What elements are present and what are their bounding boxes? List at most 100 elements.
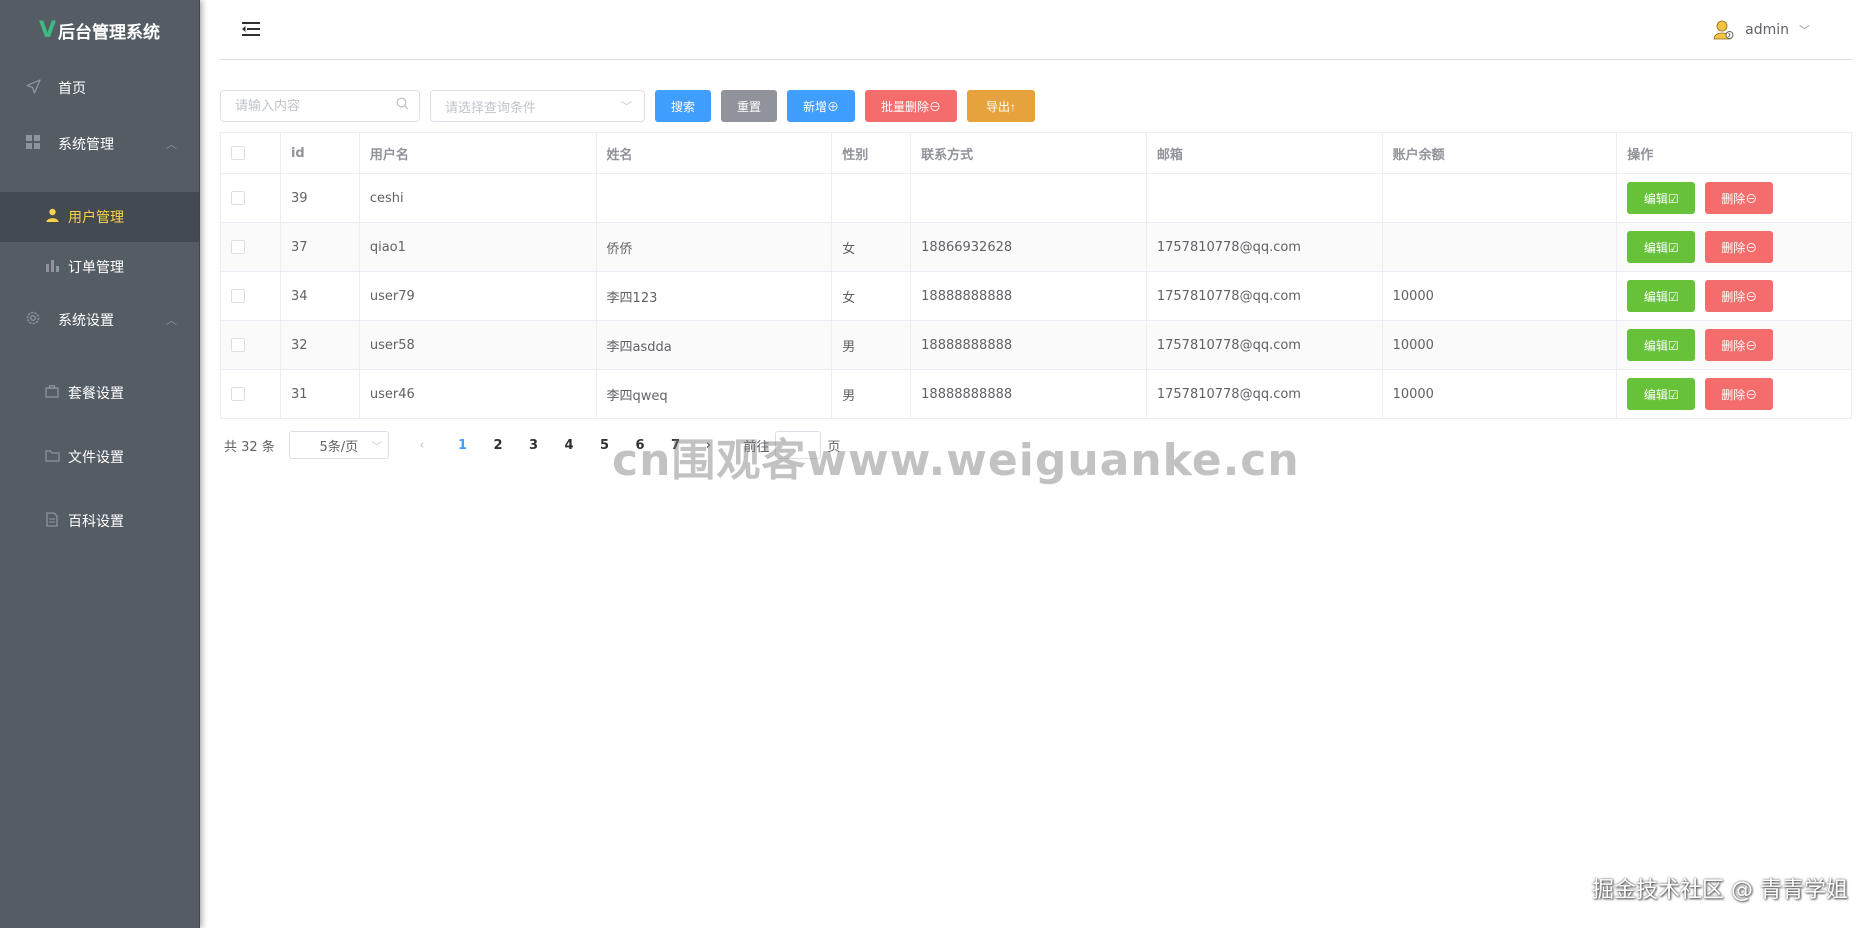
row-checkbox[interactable] [231,289,245,303]
header-username: 用户名 [360,133,597,173]
select-all-checkbox[interactable] [231,146,245,160]
row-checkbox[interactable] [231,387,245,401]
sidebar-item-order-manage[interactable]: 订单管理 [0,242,199,292]
cell-id: 34 [281,272,360,320]
cell-phone: 18888888888 [911,370,1147,418]
export-button[interactable]: 导出↑ [967,90,1035,122]
add-button[interactable]: 新增⊕ [787,90,855,122]
cell-id: 31 [281,370,360,418]
chevron-up-icon: ︿ [166,138,177,151]
cell-name [597,174,833,222]
pagination-total: 共 32 条 [224,439,275,455]
page-number-4[interactable]: 4 [551,438,587,453]
table-row: 39 ceshi 编辑☑ 删除⊖ [221,174,1851,223]
delete-button[interactable]: 删除⊖ [1705,329,1774,361]
delete-button[interactable]: 删除⊖ [1705,182,1774,214]
top-header: admin ﹀ [220,0,1852,60]
sidebar-item-label: 套餐设置 [68,386,124,402]
cell-gender [832,174,912,222]
cell-balance [1383,174,1618,222]
reset-button[interactable]: 重置 [721,90,777,122]
user-avatar-icon [1713,19,1735,41]
row-checkbox-cell [221,321,281,369]
sidebar-item-file-settings[interactable]: 文件设置 [0,424,199,490]
search-input[interactable] [221,91,419,121]
suitcase-icon [44,384,60,402]
cell-username: user58 [360,321,597,369]
page-number-3[interactable]: 3 [516,438,552,453]
cell-gender: 女 [832,223,912,271]
edit-button[interactable]: 编辑☑ [1627,329,1696,361]
batch-delete-button[interactable]: 批量删除⊖ [865,90,957,122]
page-number-2[interactable]: 2 [480,438,516,453]
delete-button[interactable]: 删除⊖ [1705,378,1774,410]
collapse-menu-icon[interactable] [242,20,260,40]
user-dropdown[interactable]: admin ﹀ [1713,19,1810,41]
bar-chart-icon [44,259,60,276]
chevron-down-icon: ﹀ [371,442,382,453]
edit-button[interactable]: 编辑☑ [1627,378,1696,410]
page-size-select[interactable]: 5条/页 ﹀ [288,431,389,459]
cell-balance: 10000 [1383,321,1618,369]
sidebar-item-user-manage[interactable]: 用户管理 [0,192,199,242]
cell-email: 1757810778@qq.com [1147,370,1383,418]
cell-name: 李四asdda [597,321,833,369]
sidebar-item-label: 系统管理 [58,137,114,153]
vue-logo-icon: V [38,17,57,43]
center-watermark: cn围观客www.weiguanke.cn [612,435,1300,486]
row-checkbox[interactable] [231,240,245,254]
page-number-1[interactable]: 1 [445,438,481,453]
prev-page-button[interactable]: ‹ [407,438,437,453]
grid-menu-icon [24,135,42,153]
row-checkbox-cell [221,272,281,320]
table-row: 37 qiao1 侨侨 女 18866932628 1757810778@qq.… [221,223,1851,272]
sidebar-item-label: 订单管理 [68,260,124,276]
search-icon[interactable] [396,97,409,114]
cell-email: 1757810778@qq.com [1147,321,1383,369]
search-button[interactable]: 搜索 [655,90,711,122]
edit-button[interactable]: 编辑☑ [1627,280,1696,312]
folder-icon [44,449,60,466]
header-balance: 账户余额 [1383,133,1618,173]
row-checkbox[interactable] [231,338,245,352]
table-row: 32 user58 李四asdda 男 18888888888 17578107… [221,321,1851,370]
delete-button[interactable]: 删除⊖ [1705,231,1774,263]
query-condition-select[interactable]: 请选择查询条件 ﹀ [430,90,645,122]
table-row: 31 user46 李四qweq 男 18888888888 175781077… [221,370,1851,419]
cell-id: 32 [281,321,360,369]
sidebar-item-package-settings[interactable]: 套餐设置 [0,362,199,424]
cell-phone: 18866932628 [911,223,1147,271]
cell-name: 侨侨 [597,223,833,271]
delete-button[interactable]: 删除⊖ [1705,280,1774,312]
cell-actions: 编辑☑ 删除⊖ [1617,370,1851,418]
sidebar-item-system-manage[interactable]: 系统管理 ︿ [0,116,199,172]
cell-email: 1757810778@qq.com [1147,272,1383,320]
row-checkbox[interactable] [231,191,245,205]
sidebar-item-system-settings[interactable]: 系统设置 ︿ [0,292,199,348]
cell-username: user46 [360,370,597,418]
chevron-down-icon: ﹀ [1799,23,1810,37]
app-logo[interactable]: V 后台管理系统 [0,0,199,60]
cell-balance [1383,223,1618,271]
cell-id: 37 [281,223,360,271]
header-phone: 联系方式 [911,133,1147,173]
header-gender: 性别 [832,133,912,173]
cell-username: ceshi [360,174,597,222]
user-table: id 用户名 姓名 性别 联系方式 邮箱 账户余额 操作 39 ceshi 编辑… [220,132,1852,419]
cell-balance: 10000 [1383,272,1618,320]
cell-name: 李四123 [597,272,833,320]
row-checkbox-cell [221,370,281,418]
sidebar-item-label: 系统设置 [58,313,114,329]
header-actions: 操作 [1627,147,1654,163]
search-input-wrapper [220,90,420,122]
sidebar-item-label: 用户管理 [68,210,124,226]
edit-button[interactable]: 编辑☑ [1627,182,1696,214]
cell-phone [911,174,1147,222]
edit-button[interactable]: 编辑☑ [1627,231,1696,263]
row-checkbox-cell [221,174,281,222]
cell-email [1147,174,1383,222]
page-size-value: 5条/页 [319,439,359,455]
username-label: admin [1745,21,1789,38]
sidebar-item-home[interactable]: 首页 [0,60,199,116]
sidebar-item-wiki-settings[interactable]: 百科设置 [0,490,199,552]
